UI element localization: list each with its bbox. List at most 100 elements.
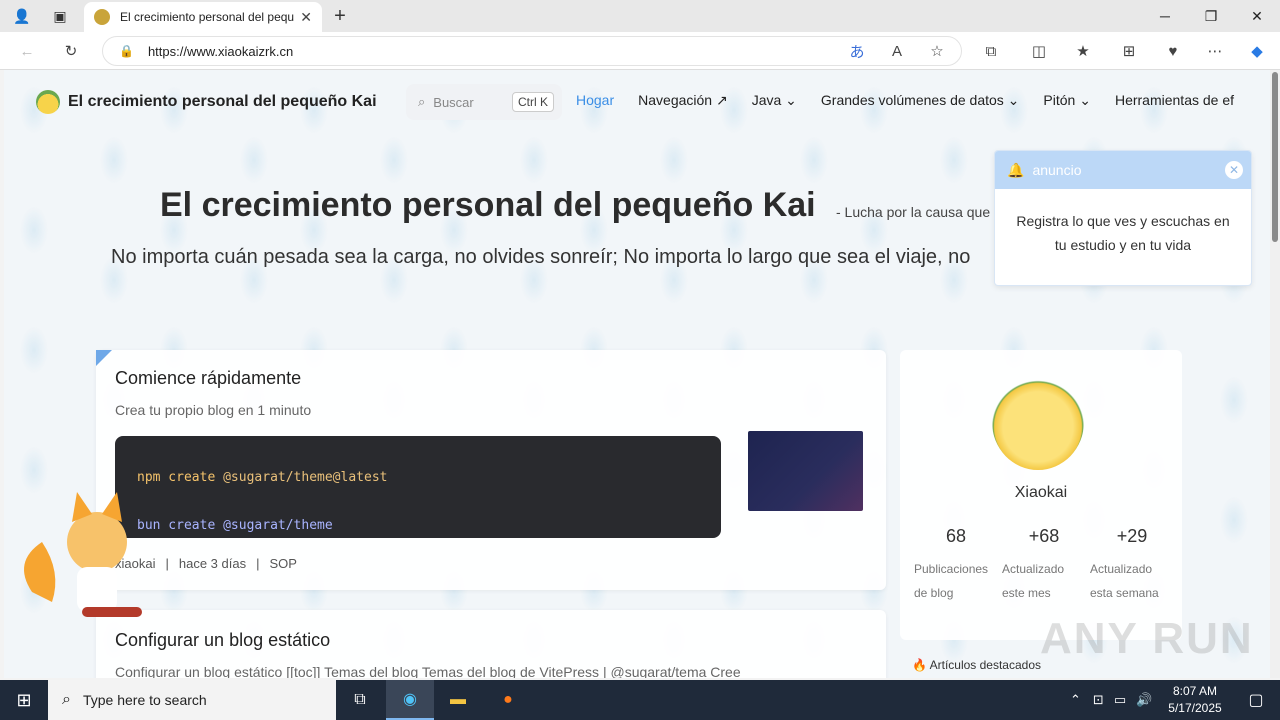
notifications-icon[interactable]: ▢	[1232, 680, 1280, 720]
windows-start-icon[interactable]: ⊞	[0, 680, 48, 720]
stat-label: Actualizado esta semana	[1090, 562, 1159, 600]
back-arrow-icon[interactable]: ←	[16, 40, 38, 62]
url-text: https://www.xiaokaizrk.cn	[147, 43, 294, 59]
post-title[interactable]: Comience rápidamente	[115, 368, 301, 389]
system-tray: ⌃ ⊡ ▭ 🔊	[1070, 680, 1152, 720]
nav-links: Hogar Navegación ↗ Java ⌄ Grandes volúme…	[576, 92, 1234, 109]
web-page: El crecimiento personal del pequeño Kai …	[4, 70, 1270, 678]
address-bar[interactable]: 🔒 https://www.xiaokaizrk.cn	[102, 36, 962, 66]
site-nav: El crecimiento personal del pequeño Kai …	[4, 70, 1270, 134]
close-window-button[interactable]: ✕	[1234, 0, 1280, 32]
favorite-star-icon[interactable]: ☆	[926, 40, 948, 62]
minimize-button[interactable]: ─	[1142, 0, 1188, 32]
wifi-icon[interactable]: ▭	[1114, 692, 1126, 708]
post-thumbnail[interactable]	[748, 431, 863, 511]
network-icon[interactable]: ⊡	[1093, 692, 1104, 708]
scrollbar-thumb[interactable]	[1272, 72, 1278, 242]
nav-item-tools[interactable]: Herramientas de ef	[1115, 92, 1234, 109]
post-time: hace 3 días	[178, 556, 247, 571]
volume-icon[interactable]: 🔊	[1136, 692, 1152, 708]
nav-item-home[interactable]: Hogar	[576, 92, 614, 109]
profile-name: Xiaokai	[1014, 484, 1068, 501]
stat-week: +29 Actualizado esta semana	[1090, 526, 1174, 605]
post-description: Crea tu propio blog en 1 minuto	[115, 402, 312, 418]
post-tag[interactable]: SOP	[269, 556, 296, 571]
copilot-icon[interactable]: ◆	[1246, 40, 1268, 62]
pinned-corner-icon	[96, 350, 112, 366]
search-shortcut: Ctrl K	[512, 92, 554, 112]
avatar	[992, 374, 1084, 470]
announcement-body: Registra lo que ves y escuchas en tu est…	[1016, 213, 1230, 253]
lock-icon: 🔒	[119, 44, 134, 58]
restore-button[interactable]: ❐	[1188, 0, 1234, 32]
collections-icon[interactable]: ⊞	[1118, 40, 1140, 62]
hero-tagline: No importa cuán pesada sea la carga, no …	[111, 246, 971, 268]
tab-title: El crecimiento personal del pequ	[120, 10, 295, 24]
nav-item-big-data[interactable]: Grandes volúmenes de datos ⌄	[821, 92, 1020, 109]
nav-item-java[interactable]: Java ⌄	[752, 92, 797, 109]
address-toolbar: ← ↻ 🔒 https://www.xiaokaizrk.cn あ A ☆ ⧉ …	[0, 32, 1280, 70]
task-view-icon[interactable]: ⧉	[336, 680, 384, 720]
favorites-icon[interactable]: ★	[1072, 40, 1094, 62]
nav-item-navigation[interactable]: Navegación ↗	[638, 92, 728, 109]
fox-mascot-icon[interactable]	[12, 482, 162, 632]
refresh-icon[interactable]: ↻	[60, 40, 82, 62]
extensions-icon[interactable]: ⧉	[980, 40, 1002, 62]
site-brand[interactable]: El crecimiento personal del pequeño Kai	[36, 90, 377, 114]
chevron-up-icon[interactable]: ⌃	[1070, 692, 1081, 708]
hero-title: El crecimiento personal del pequeño Kai	[160, 186, 816, 224]
site-search[interactable]: ⌕ Buscar Ctrl K	[406, 84, 562, 120]
featured-articles-heading: 🔥 Artículos destacados	[912, 658, 1042, 672]
search-icon: ⌕	[62, 691, 71, 708]
code-line: bun create @sugarat/theme	[137, 502, 699, 550]
browser-tab-bar: 👤 ▣ El crecimiento personal del pequ ✕ +…	[0, 0, 1280, 32]
tab-actions-icon[interactable]: ▣	[50, 6, 70, 26]
announcement-header: 🔔 anuncio	[995, 151, 1251, 189]
search-placeholder: Buscar	[433, 94, 474, 110]
code-package: @sugarat/theme@latest	[223, 470, 388, 485]
browser-tab[interactable]: El crecimiento personal del pequ ✕	[84, 2, 322, 32]
performance-icon[interactable]: ♥	[1162, 40, 1184, 62]
watermark: ANY RUN	[1040, 614, 1254, 663]
stat-month: +68 Actualizado este mes	[1002, 526, 1086, 605]
file-explorer-icon[interactable]: ▬	[434, 680, 482, 720]
post-card[interactable]: Comience rápidamente Crea tu propio blog…	[96, 350, 886, 590]
meta-divider: |	[165, 556, 169, 571]
stat-value: +68	[1028, 526, 1060, 546]
profile-icon[interactable]: 👤	[12, 6, 32, 26]
stat-label: Actualizado este mes	[1002, 562, 1065, 600]
stat-posts: 68 Publicaciones de blog	[914, 526, 998, 605]
split-screen-icon[interactable]: ◫	[1028, 40, 1050, 62]
search-icon: ⌕	[418, 94, 426, 109]
taskbar-search[interactable]: ⌕ Type here to search	[48, 680, 336, 720]
translate-icon[interactable]: あ	[846, 40, 868, 62]
edge-browser-icon[interactable]: ◉	[386, 680, 434, 720]
taskbar-clock[interactable]: 8:07 AM 5/17/2025	[1160, 683, 1230, 717]
taskbar: ⊞ ⌕ Type here to search ⧉ ◉ ▬ ● ⌃ ⊡ ▭ 🔊 …	[0, 680, 1280, 720]
stat-label: Publicaciones de blog	[914, 562, 989, 600]
new-tab-button[interactable]: +	[330, 5, 350, 27]
tab-close-icon[interactable]: ✕	[300, 9, 312, 26]
code-package: @sugarat/theme	[223, 518, 333, 533]
profile-stats: 68 Publicaciones de blog +68 Actualizado…	[914, 526, 1174, 605]
nav-item-python[interactable]: Pitón ⌄	[1043, 92, 1091, 109]
profile-card: Xiaokai 68 Publicaciones de blog +68 Act…	[900, 350, 1182, 640]
meta-divider: |	[256, 556, 260, 571]
code-block: npm create @sugarat/theme@latest bun cre…	[115, 436, 721, 538]
announcement-title: anuncio	[1032, 162, 1082, 178]
bell-icon: 🔔	[1007, 161, 1025, 178]
hero-subtitle: - Lucha por la causa que	[836, 204, 991, 220]
post-title[interactable]: Configurar un blog estático	[115, 630, 330, 651]
more-menu-icon[interactable]: ⋯	[1204, 40, 1226, 62]
read-aloud-icon[interactable]: A	[886, 40, 908, 62]
brand-name: El crecimiento personal del pequeño Kai	[68, 93, 377, 110]
taskbar-search-placeholder: Type here to search	[82, 692, 207, 708]
post-description: Configurar un blog estático [[toc]] Tema…	[115, 664, 741, 678]
post-card[interactable]: Configurar un blog estático Configurar u…	[96, 610, 886, 678]
site-favicon-icon	[94, 9, 110, 25]
announcement-close-icon[interactable]: ✕	[1225, 161, 1243, 179]
firefox-icon[interactable]: ●	[484, 680, 532, 720]
code-line: npm create @sugarat/theme@latest	[137, 454, 699, 502]
stat-value: +29	[1116, 526, 1148, 546]
announcement-popup: 🔔 anuncio ✕ Registra lo que ves y escuch…	[994, 150, 1252, 286]
